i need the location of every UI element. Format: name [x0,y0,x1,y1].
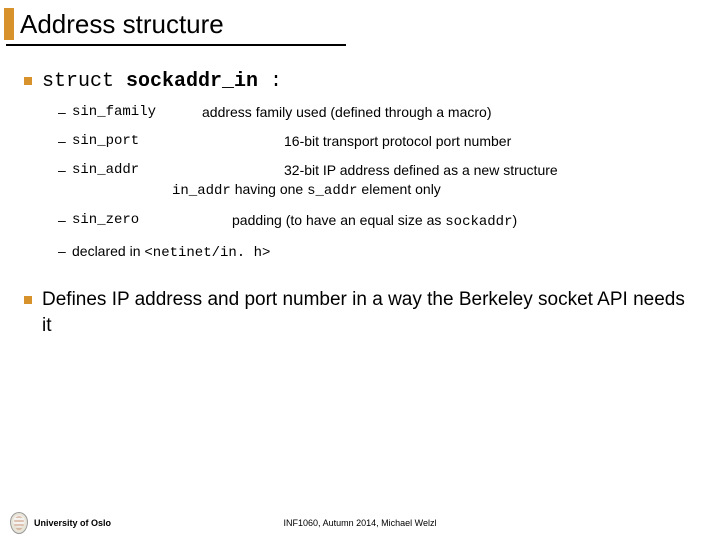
field-name: sin_zero [72,211,202,232]
field-sin-family: – sin_family address family used (define… [58,103,696,122]
struct-line: struct sockaddr_in : [42,70,282,93]
field-desc: padding (to have an equal size as sockad… [232,211,696,232]
dash-icon: – [58,103,72,122]
field-list: – sin_family address family used (define… [58,103,696,261]
footer-left: University of Oslo [10,512,111,534]
title-underline [6,44,346,46]
zero-post: ) [512,212,517,228]
struct-name: sockaddr_in [126,70,258,93]
addr-line1: 32-bit IP address defined as a new struc… [284,162,558,178]
dash-icon: – [58,132,72,151]
s-addr-code: s_addr [307,183,357,199]
slide-title: Address structure [14,9,224,40]
slide-header: Address structure [0,0,720,40]
struct-suffix: : [258,70,282,93]
field-name: sin_family [72,103,202,122]
bullet-struct: struct sockaddr_in : [24,70,696,93]
sockaddr-code: sockaddr [445,214,512,230]
field-desc: 16-bit transport protocol port number [284,132,696,151]
title-accent-bar [4,8,14,40]
slide-footer: University of Oslo INF1060, Autumn 2014,… [0,512,720,534]
field-desc: address family used (defined through a m… [202,103,696,122]
field-name: sin_port [72,132,202,151]
university-crest-icon [10,512,28,534]
field-sin-port: – sin_port 16-bit transport protocol por… [58,132,696,151]
bullet-defines: Defines IP address and port number in a … [24,287,696,338]
field-sin-addr: – sin_addr 32-bit IP address defined as … [58,161,696,201]
struct-keyword: struct [42,70,126,93]
in-addr-code: in_addr [172,183,231,199]
footer-course-info: INF1060, Autumn 2014, Michael Welzl [284,518,437,528]
declared-text: declared in <netinet/in. h> [72,243,270,261]
addr-mid: having one [231,181,307,197]
declared-pre: declared in [72,243,144,259]
field-sin-zero: – sin_zero padding (to have an equal siz… [58,211,696,232]
declared-in-line: – declared in <netinet/in. h> [58,243,696,261]
dash-icon: – [58,211,72,232]
declared-header: <netinet/in. h> [144,245,270,261]
dash-icon: – [58,243,72,261]
field-desc: 32-bit IP address defined as a new struc… [284,161,696,201]
defines-text: Defines IP address and port number in a … [42,287,696,338]
dash-icon: – [58,161,72,201]
addr-end: element only [358,181,441,197]
bullet-square-icon [24,77,32,85]
university-name: University of Oslo [34,518,111,528]
zero-pre: padding (to have an equal size as [232,212,445,228]
slide-content: struct sockaddr_in : – sin_family addres… [0,50,720,339]
bullet-square-icon [24,296,32,304]
